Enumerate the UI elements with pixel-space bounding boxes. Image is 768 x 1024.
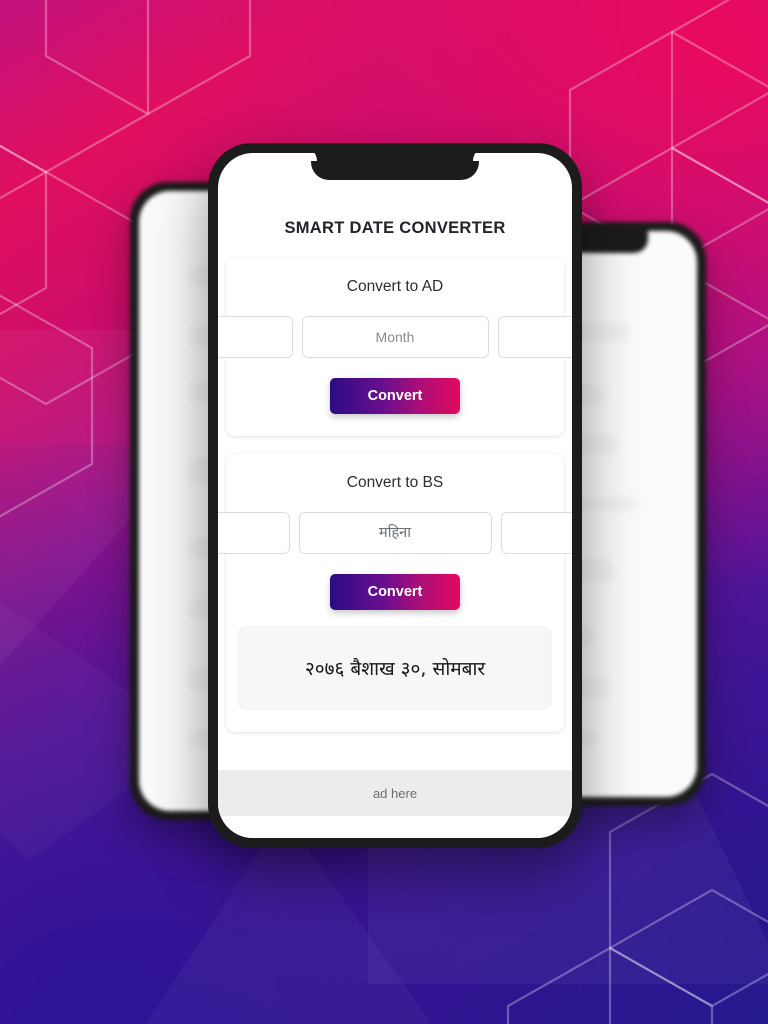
ad-banner[interactable]: ad here xyxy=(218,770,572,816)
convert-to-bs-button[interactable]: Convert xyxy=(330,574,460,610)
convert-to-ad-card: Convert to AD Convert xyxy=(218,258,572,436)
ad-year-input[interactable] xyxy=(218,316,293,358)
phone-home-strip xyxy=(218,816,572,838)
ad-month-input[interactable] xyxy=(301,316,489,358)
bs-year-input[interactable] xyxy=(218,512,290,554)
app-content: SMART DATE CONVERTER Convert to AD Conve… xyxy=(218,153,572,770)
screenshot-canvas: SMART DATE CONVERTER Convert to AD Conve… xyxy=(0,0,768,1024)
conversion-result: २०७६ बैशाख ३०, सोमबार xyxy=(238,626,552,710)
convert-to-ad-button[interactable]: Convert xyxy=(330,378,460,414)
convert-to-bs-field-row xyxy=(218,512,572,554)
convert-to-bs-card: Convert to BS Convert २०७६ बैशाख ३०, सोम… xyxy=(218,454,572,732)
bs-day-input[interactable] xyxy=(500,512,572,554)
convert-to-ad-field-row xyxy=(218,316,572,358)
convert-to-ad-heading: Convert to AD xyxy=(346,278,444,295)
main-phone-mockup: SMART DATE CONVERTER Convert to AD Conve… xyxy=(208,143,582,848)
page-title: SMART DATE CONVERTER xyxy=(284,219,506,237)
bs-month-input[interactable] xyxy=(298,512,492,554)
ad-day-input[interactable] xyxy=(497,316,572,358)
phone-notch xyxy=(311,153,479,180)
convert-to-bs-heading: Convert to BS xyxy=(346,474,444,491)
phone-screen: SMART DATE CONVERTER Convert to AD Conve… xyxy=(218,153,572,838)
